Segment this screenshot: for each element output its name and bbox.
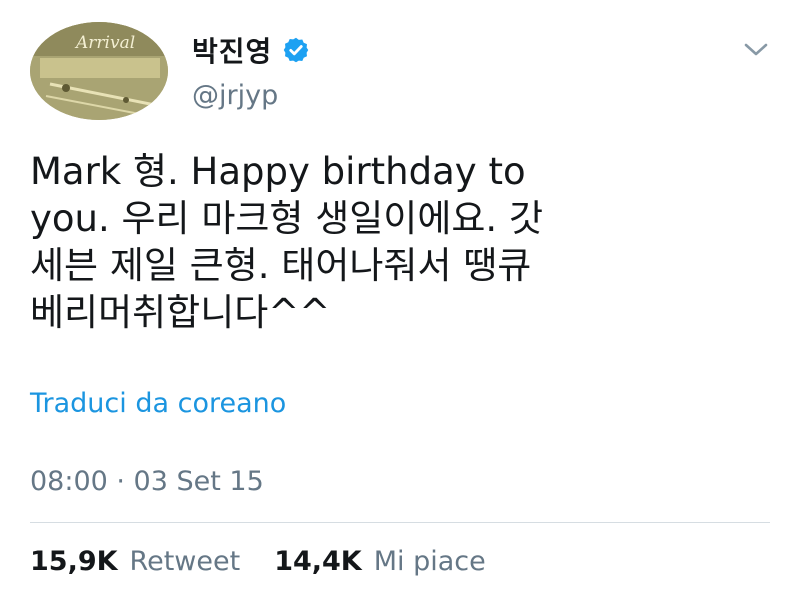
divider <box>30 522 770 523</box>
tweet-text-line: Mark 형. Happy birthday to <box>30 150 526 193</box>
display-name[interactable]: 박진영 <box>192 30 272 70</box>
user-handle[interactable]: @jrjyp <box>192 80 278 111</box>
tweet-stats: 15,9K Retweet 14,4K Mi piace <box>30 546 520 577</box>
tweet-text: Mark 형. Happy birthday to you. 우리 마크형 생일… <box>30 148 770 336</box>
likes-label: Mi piace <box>373 546 486 577</box>
avatar-text: Arrival <box>74 33 135 53</box>
tweet-text-line: 베리머취합니다^^ <box>30 291 331 334</box>
tweet-text-line: you. 우리 마크형 생일이에요. 갓 <box>30 197 543 240</box>
retweets-count: 15,9K <box>30 546 118 577</box>
display-name-row[interactable]: 박진영 <box>192 30 310 70</box>
retweets-label: Retweet <box>129 546 241 577</box>
verified-badge-icon <box>284 37 309 63</box>
chevron-down-icon[interactable] <box>740 38 772 60</box>
tweet-card: Arrival 박진영 @jrjyp Mark 형. Happy birthda… <box>0 0 800 600</box>
avatar[interactable]: Arrival <box>30 22 168 120</box>
likes-stat[interactable]: 14,4K Mi piace <box>274 546 486 577</box>
retweets-stat[interactable]: 15,9K Retweet <box>30 546 240 577</box>
tweet-text-line: 세븐 제일 큰형. 태어나줘서 땡큐 <box>30 244 532 287</box>
tweet-timestamp[interactable]: 08:00 · 03 Set 15 <box>30 466 264 497</box>
likes-count: 14,4K <box>274 546 362 577</box>
translate-link[interactable]: Traduci da coreano <box>30 388 286 419</box>
